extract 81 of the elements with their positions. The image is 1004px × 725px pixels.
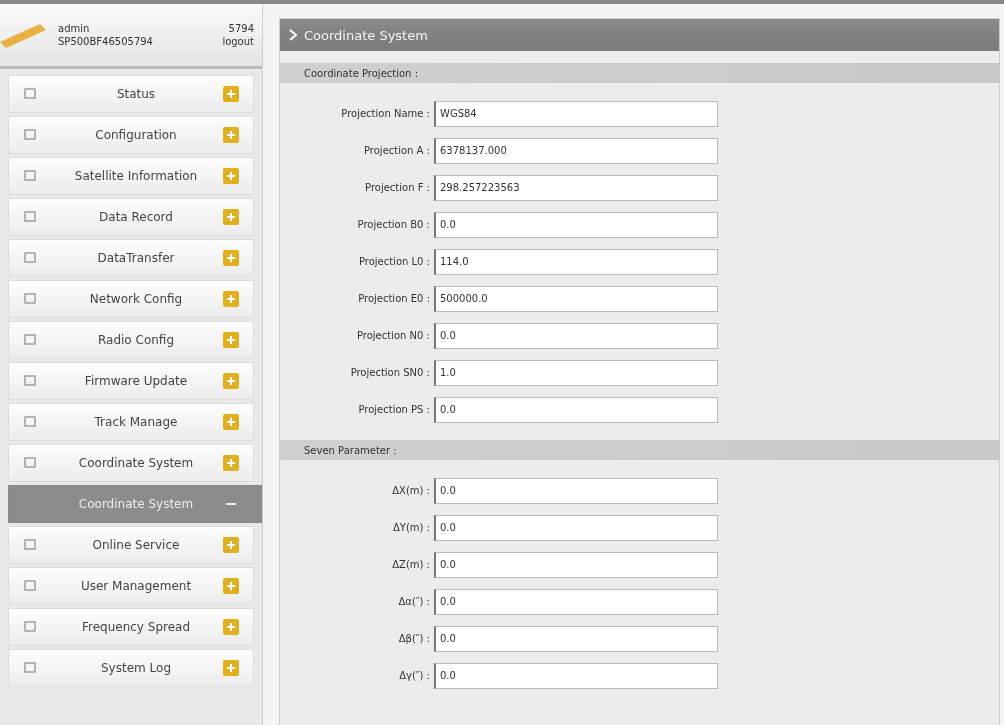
user-name: admin — [58, 22, 91, 35]
plus-icon — [223, 537, 239, 553]
plus-icon — [223, 619, 239, 635]
minus-icon — [226, 503, 236, 505]
plus-icon — [223, 332, 239, 348]
chevron-icon — [288, 29, 298, 41]
field-label: Projection Name : — [340, 108, 431, 119]
device-serial: SP500BF46505794 — [58, 35, 154, 48]
field-label: ΔX(m) : — [391, 485, 431, 496]
menu-item[interactable]: Data Record — [8, 198, 254, 236]
plus-icon — [223, 209, 239, 225]
input-field[interactable]: 0.0 — [434, 625, 718, 652]
field-label: Projection L0 : — [357, 256, 431, 267]
menu-item[interactable]: Firmware Update — [8, 362, 254, 400]
menu-item[interactable]: Radio Config — [8, 321, 254, 359]
plus-icon — [223, 414, 239, 430]
input-field[interactable]: 114.0 — [434, 248, 718, 275]
section-header: Coordinate Projection : — [280, 63, 999, 83]
input-field[interactable]: 298.257223563 — [434, 174, 718, 201]
menu-icon — [23, 620, 37, 634]
menu-item[interactable]: Status — [8, 75, 254, 113]
input-field[interactable]: WGS84 — [434, 100, 718, 127]
menu-item[interactable]: Satellite Information — [8, 157, 254, 195]
plus-icon — [223, 455, 239, 471]
menu-item[interactable]: Network Config — [8, 280, 254, 318]
menu-icon — [23, 374, 37, 388]
menu-icon — [23, 661, 37, 675]
plus-icon — [223, 291, 239, 307]
field-label: Projection SN0 : — [349, 367, 431, 378]
field-label: ΔZ(m) : — [391, 559, 431, 570]
plus-icon — [223, 86, 239, 102]
plus-icon — [223, 127, 239, 143]
field-label: Projection N0 : — [355, 330, 431, 341]
input-field[interactable]: 0.0 — [434, 211, 718, 238]
menu-icon — [23, 128, 37, 142]
field-label: Δα(″) : — [397, 596, 431, 607]
menu-icon — [23, 169, 37, 183]
menu-icon — [23, 456, 37, 470]
menu-icon — [23, 87, 37, 101]
field-label: Projection PS : — [357, 404, 431, 415]
input-field[interactable]: 0.0 — [434, 588, 718, 615]
menu-item[interactable]: User Management — [8, 567, 254, 605]
plus-icon — [223, 660, 239, 676]
menu-item[interactable]: System Log — [8, 649, 254, 687]
input-field[interactable]: 0.0 — [434, 477, 718, 504]
menu-icon — [23, 210, 37, 224]
logout-link[interactable]: logout — [222, 35, 254, 48]
menu-icon — [23, 333, 37, 347]
input-field[interactable]: 0.0 — [434, 662, 718, 689]
menu-item[interactable]: Frequency Spread — [8, 608, 254, 646]
menu-item[interactable]: Track Manage — [8, 403, 254, 441]
menu-icon — [23, 292, 37, 306]
plus-icon — [223, 373, 239, 389]
input-field[interactable]: 1.0 — [434, 359, 718, 386]
plus-icon — [223, 578, 239, 594]
input-field[interactable]: 0.0 — [434, 551, 718, 578]
menu-item[interactable]: Coordinate System — [8, 444, 254, 482]
input-field[interactable]: 500000.0 — [434, 285, 718, 312]
input-field[interactable]: 6378137.000 — [434, 137, 718, 164]
field-label: Projection E0 : — [357, 293, 431, 304]
panel-title: Coordinate System — [304, 27, 428, 43]
input-field[interactable]: 0.0 — [434, 514, 718, 541]
field-label: Δβ(″) : — [397, 633, 431, 644]
input-field[interactable]: 0.0 — [434, 396, 718, 423]
menu-item[interactable]: DataTransfer — [8, 239, 254, 277]
field-label: Projection A : — [363, 145, 431, 156]
menu-item[interactable]: Configuration — [8, 116, 254, 154]
menu-icon — [23, 579, 37, 593]
device-code: 5794 — [228, 22, 254, 35]
plus-icon — [223, 250, 239, 266]
menu-icon — [23, 538, 37, 552]
menu-icon — [23, 251, 37, 265]
input-field[interactable]: 0.0 — [434, 322, 718, 349]
field-label: Δγ(″) : — [398, 670, 431, 681]
field-label: Projection B0 : — [356, 219, 431, 230]
section-header: Seven Parameter : — [280, 440, 999, 460]
field-label: Projection F : — [364, 182, 431, 193]
plus-icon — [223, 168, 239, 184]
field-label: ΔY(m) : — [391, 522, 431, 533]
menu-icon — [23, 415, 37, 429]
menu-item[interactable]: Online Service — [8, 526, 254, 564]
